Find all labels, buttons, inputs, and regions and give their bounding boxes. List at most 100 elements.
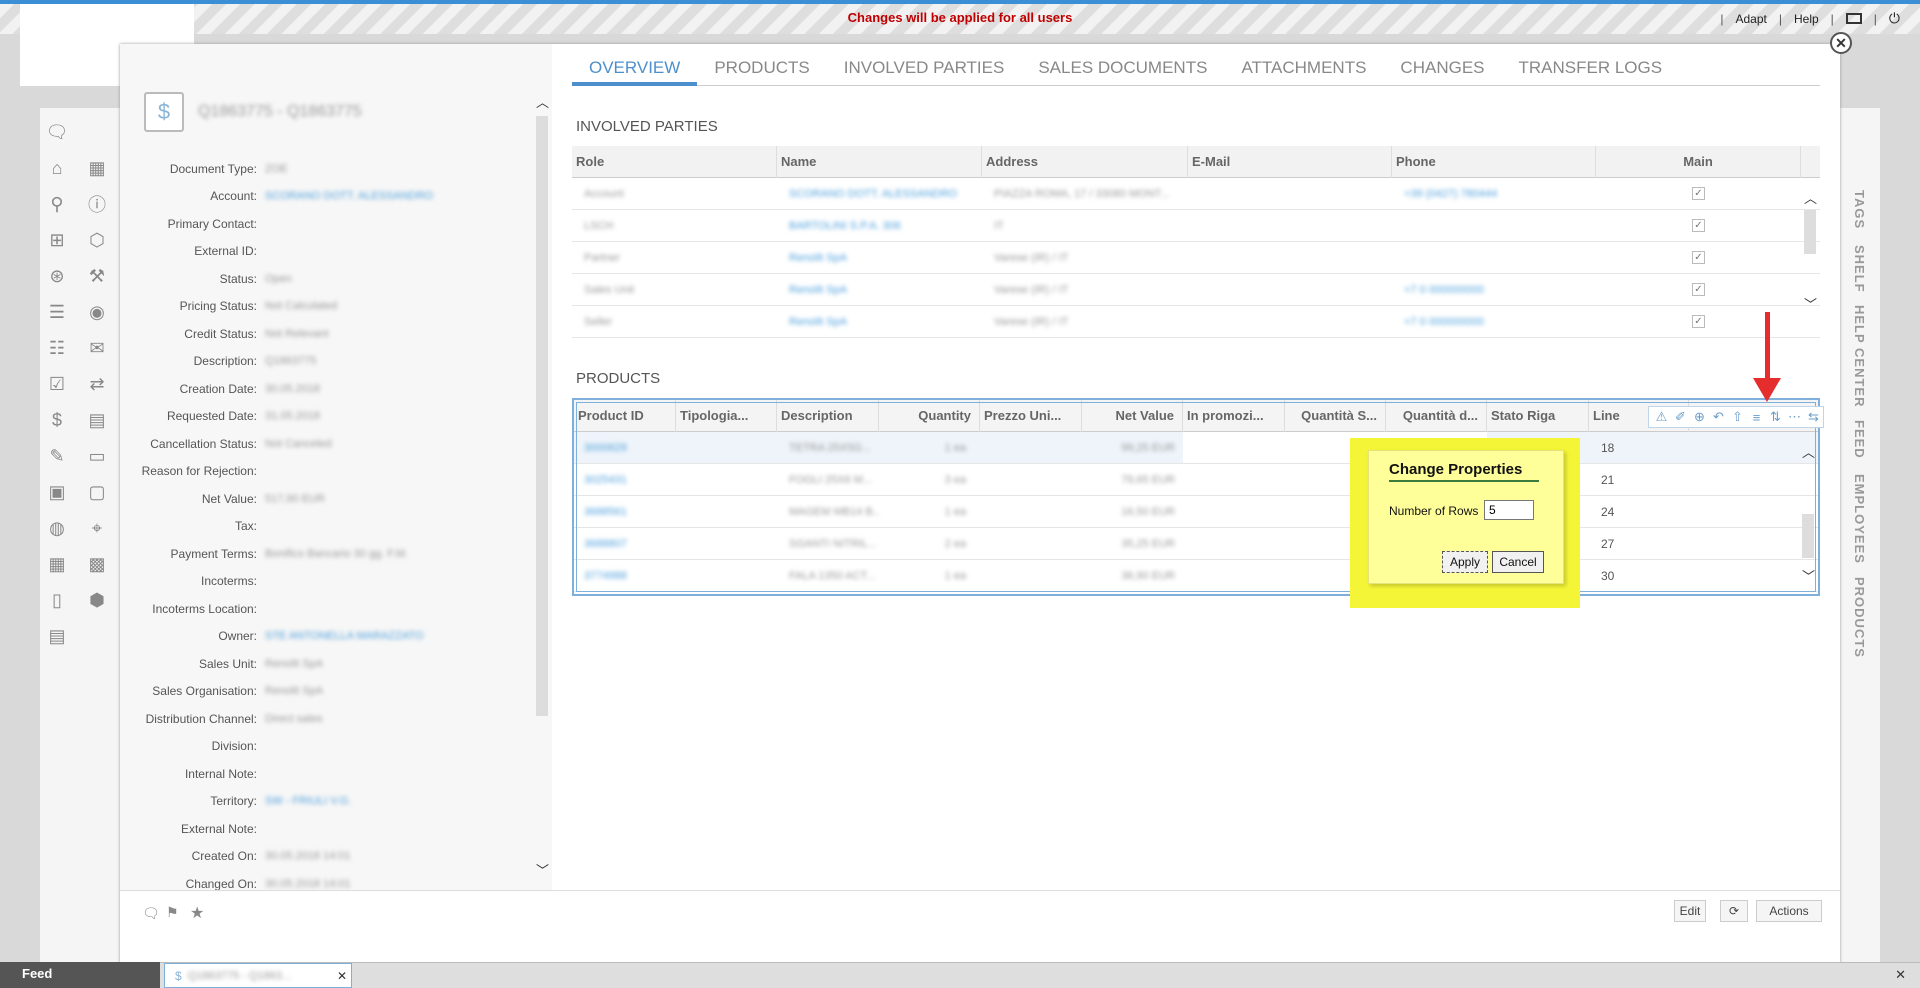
table-row[interactable]: 3688561 MAGEM MB14 B... 1 ea 16,50 EUR 24 <box>574 496 1818 528</box>
power-icon[interactable]: ⏻ <box>1889 10 1900 27</box>
apply-button[interactable]: Apply <box>1442 551 1488 573</box>
name-cell[interactable]: Renolit SpA <box>777 284 982 296</box>
stack-icon[interactable]: ▣ <box>44 480 70 504</box>
checklist-icon[interactable]: ☑ <box>44 372 70 396</box>
money-icon[interactable]: $ <box>44 408 70 432</box>
window-icon[interactable] <box>1845 13 1862 24</box>
product-id-cell[interactable]: 3000629 <box>574 442 676 454</box>
column-quantity[interactable]: Quantity <box>879 399 980 432</box>
scroll-thumb[interactable] <box>1802 514 1814 558</box>
help-link[interactable]: Help <box>1794 12 1819 26</box>
sort-icon[interactable]: ⇅ <box>1767 409 1784 425</box>
sidebar-shelf[interactable]: SHELF <box>1852 245 1867 293</box>
scroll-down-icon[interactable]: ﹀ <box>1804 294 1817 313</box>
tools-icon[interactable]: ⚒ <box>84 264 110 288</box>
adapt-link[interactable]: Adapt <box>1736 12 1767 26</box>
sidebar-feed[interactable]: FEED <box>1852 420 1867 459</box>
involved-parties-scrollbar[interactable]: ︿ ﹀ <box>1802 188 1818 338</box>
phone-cell[interactable]: +39 (0427) 780444 <box>1392 188 1596 200</box>
wrench-icon[interactable]: ✐ <box>1672 409 1689 425</box>
globe-icon[interactable]: ◍ <box>44 516 70 540</box>
table-row[interactable]: 3025431 FOGLI 25X6 M... 3 ea 79,65 EUR 21 <box>574 464 1818 496</box>
sidebar-help-center[interactable]: HELP CENTER <box>1852 305 1867 408</box>
table-row[interactable]: Sales Unit Renolit SpA Varese (IR) / IT +7 … <box>572 274 1820 306</box>
close-icon[interactable]: ✕ <box>1830 32 1852 54</box>
package-icon[interactable]: ⬢ <box>84 588 110 612</box>
price-icon[interactable]: ▢ <box>84 480 110 504</box>
move-up-icon[interactable]: ⇧ <box>1729 409 1746 425</box>
column-name[interactable]: Name <box>777 145 982 178</box>
close-tab-icon[interactable]: ✕ <box>337 969 347 983</box>
add-icon[interactable]: ⊕ <box>1691 409 1708 425</box>
name-cell[interactable]: Renolit SpA <box>777 252 982 264</box>
table-row[interactable]: Account SCORANO DOTT. ALESSANDRO PIAZZA RO… <box>572 178 1820 210</box>
taskbar-tab[interactable]: $ Q1863775 - Q1863... ✕ <box>164 963 352 988</box>
scroll-down-icon[interactable]: ﹀ <box>1802 566 1815 585</box>
alert-icon[interactable]: ⓘ <box>84 192 110 216</box>
scroll-thumb[interactable] <box>536 116 548 716</box>
product-id-cell[interactable]: 3688807 <box>574 538 676 550</box>
column-product-id[interactable]: Product ID <box>574 399 676 432</box>
column-address[interactable]: Address <box>982 145 1188 178</box>
scroll-up-icon[interactable]: ︿ <box>536 92 549 111</box>
scroll-up-icon[interactable]: ︿ <box>1804 188 1817 207</box>
checkbox[interactable]: ✓ <box>1692 187 1705 200</box>
table-row[interactable]: Seller Renolit SpA Varese (IR) / IT +7 0 00… <box>572 306 1820 338</box>
undo-icon[interactable]: ↶ <box>1710 409 1727 425</box>
column-quantita-s[interactable]: Quantità S... <box>1285 399 1386 432</box>
tab-transfer-logs[interactable]: TRANSFER LOGS <box>1502 52 1680 86</box>
column-phone[interactable]: Phone <box>1392 145 1596 178</box>
feed-button[interactable]: Feed <box>0 962 160 988</box>
taskbar-close-icon[interactable]: ✕ <box>1895 967 1906 983</box>
comment-icon[interactable]: 🗨 <box>142 905 160 922</box>
invoice-icon[interactable]: ▭ <box>84 444 110 468</box>
checkbox[interactable]: ✓ <box>1692 315 1705 328</box>
tab-sales-documents[interactable]: SALES DOCUMENTS <box>1021 52 1224 86</box>
column-role[interactable]: Role <box>572 145 777 178</box>
table-row[interactable]: 3000629 TETRA 25X5G... 1 ea 99,25 EUR 18 <box>574 432 1818 464</box>
refresh-icon[interactable]: ⟳ <box>1720 900 1748 922</box>
settings-icon[interactable]: ⋯ <box>1786 409 1803 425</box>
tab-products[interactable]: PRODUCTS <box>697 52 826 86</box>
edit-button[interactable]: Edit <box>1674 900 1706 922</box>
column-email[interactable]: E-Mail <box>1188 145 1392 178</box>
flag-icon[interactable]: ⚑ <box>166 904 179 921</box>
hierarchy-icon[interactable]: ⊞ <box>44 228 70 252</box>
sidebar-tags[interactable]: TAGS <box>1852 190 1867 229</box>
product-id-cell[interactable]: 3774988 <box>574 570 676 582</box>
actions-button[interactable]: Actions <box>1756 900 1822 922</box>
tab-attachments[interactable]: ATTACHMENTS <box>1224 52 1383 86</box>
download-icon[interactable]: ⊛ <box>44 264 70 288</box>
calendar-icon[interactable]: ▦ <box>84 156 110 180</box>
detail-scrollbar[interactable]: ︿ ﹀ <box>534 92 550 882</box>
field-value[interactable]: SW - FRIULI V.G. <box>257 795 351 807</box>
column-description[interactable]: Description <box>777 399 879 432</box>
tab-overview[interactable]: OVERVIEW <box>572 52 698 86</box>
scroll-up-icon[interactable]: ︿ <box>1802 442 1815 461</box>
column-stato-riga[interactable]: Stato Riga <box>1487 399 1589 432</box>
table-row[interactable]: 3774988 FALA 1350 ACT... 1 ea 36,90 EUR 30 <box>574 560 1818 592</box>
products-scrollbar[interactable]: ︿ ﹀ <box>1800 442 1816 588</box>
checkbox[interactable]: ✓ <box>1692 219 1705 232</box>
star-icon[interactable]: ★ <box>190 903 204 923</box>
scroll-thumb[interactable] <box>1804 210 1816 254</box>
chat-icon[interactable]: 🗨 <box>44 120 70 144</box>
transfer-icon[interactable]: ⇄ <box>84 372 110 396</box>
calculator-icon[interactable]: ▩ <box>84 552 110 576</box>
cancel-button[interactable]: Cancel <box>1492 551 1544 573</box>
product-id-cell[interactable]: 3025431 <box>574 474 676 486</box>
checkbox[interactable]: ✓ <box>1692 251 1705 264</box>
column-tipologia[interactable]: Tipologia... <box>676 399 777 432</box>
column-prezzo-unitario[interactable]: Prezzo Uni... <box>980 399 1082 432</box>
column-quantita-d[interactable]: Quantità d... <box>1386 399 1487 432</box>
user-icon[interactable]: ◉ <box>84 300 110 324</box>
column-in-promozione[interactable]: In promozi... <box>1183 399 1285 432</box>
phone-cell[interactable]: +7 0 000000000 <box>1392 284 1596 296</box>
warning-icon[interactable]: ⚠ <box>1653 409 1670 425</box>
tab-involved-parties[interactable]: INVOLVED PARTIES <box>827 52 1022 86</box>
checkbox[interactable]: ✓ <box>1692 283 1705 296</box>
table-row[interactable]: Partner Renolit SpA Varese (IR) / IT ✓ <box>572 242 1820 274</box>
tab-changes[interactable]: CHANGES <box>1383 52 1501 86</box>
clipboard-icon[interactable]: ▯ <box>44 588 70 612</box>
sidebar-employees[interactable]: EMPLOYEES <box>1852 474 1867 564</box>
